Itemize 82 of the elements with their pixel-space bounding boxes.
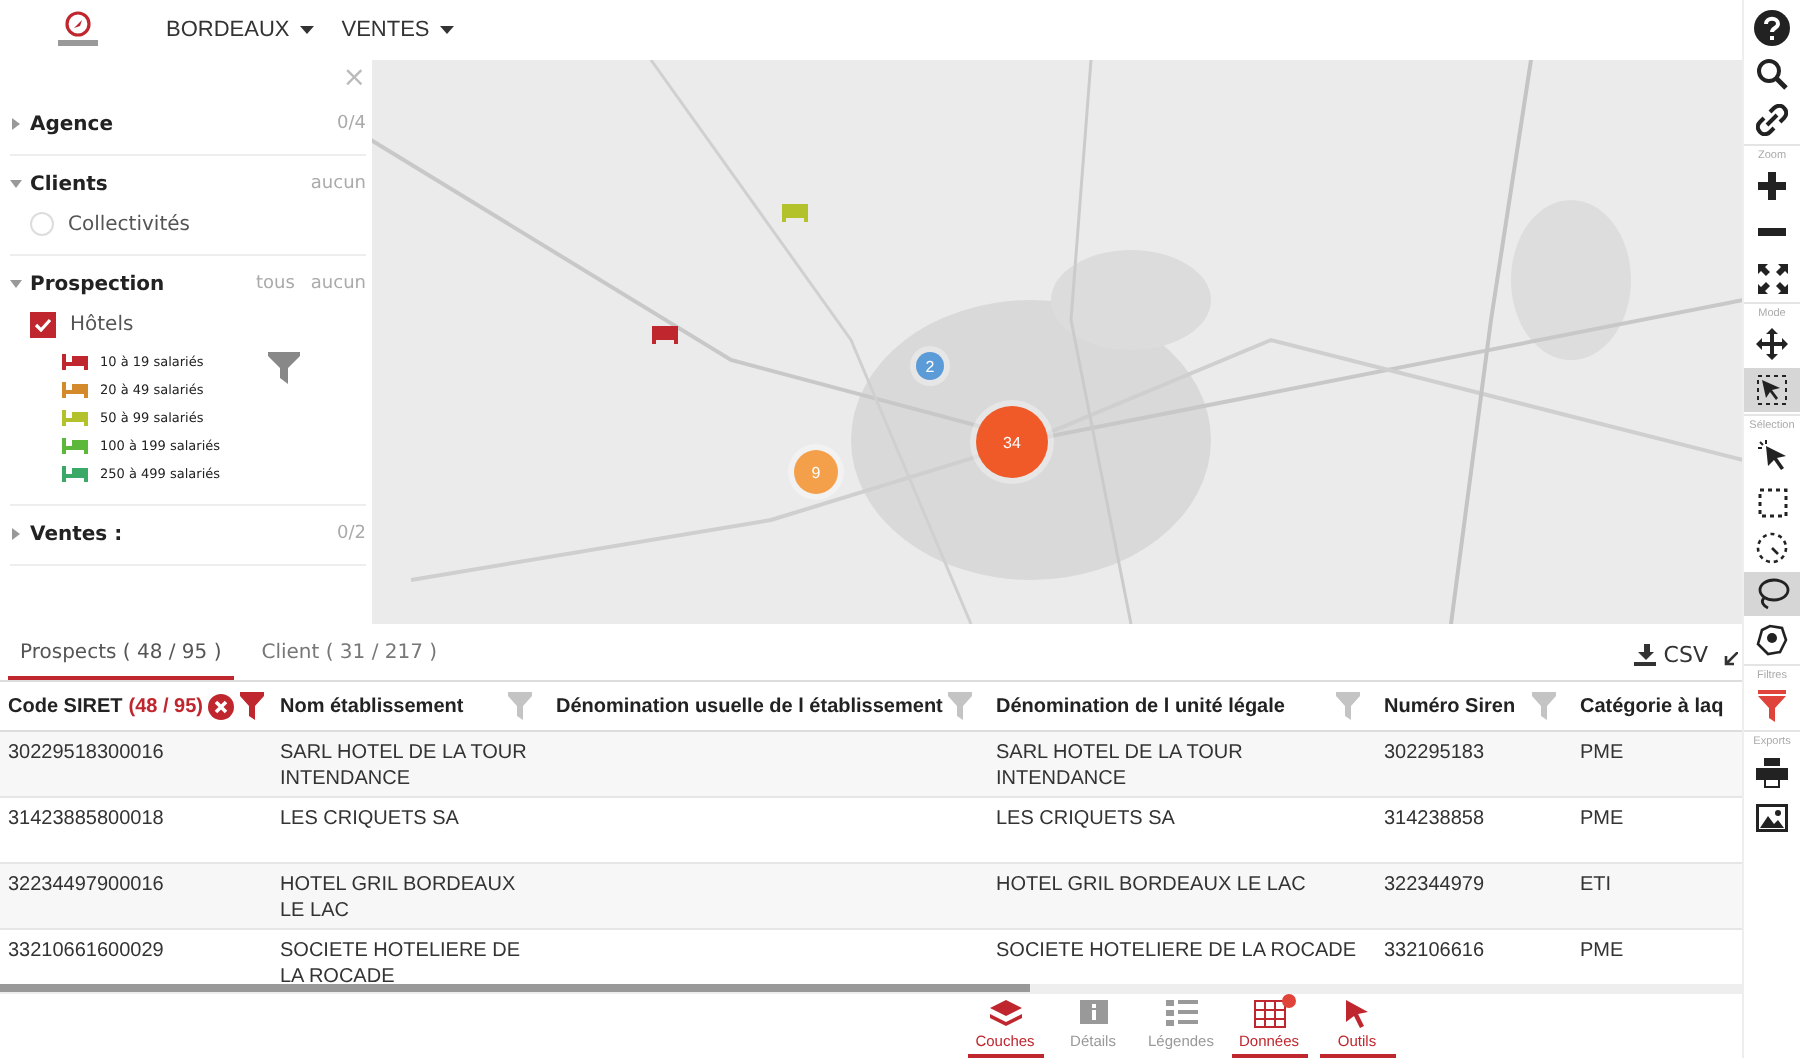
clear-filter-icon[interactable] xyxy=(208,693,235,719)
column-title: Catégorie à laq xyxy=(1580,695,1724,717)
column-title: Nom établissement xyxy=(280,695,464,717)
table-cell: HOTEL GRIL BORDEAUX LE LAC xyxy=(996,874,1306,896)
expanded-triangle-icon[interactable] xyxy=(10,278,22,290)
search-icon xyxy=(1756,58,1788,90)
info-icon xyxy=(1079,1000,1107,1028)
column-title: Numéro Siren xyxy=(1384,695,1516,717)
grid-icon xyxy=(1253,1000,1285,1028)
column-header[interactable]: Catégorie à laq xyxy=(1572,682,1742,730)
radio-button[interactable] xyxy=(30,212,54,236)
polygon-pin-icon xyxy=(1756,624,1788,656)
checkbox[interactable] xyxy=(30,312,56,338)
section-title[interactable]: Prospection xyxy=(30,273,165,295)
link-icon xyxy=(1756,104,1788,136)
hotel-pin-icon[interactable] xyxy=(652,326,678,344)
table-cell: ETI xyxy=(1580,874,1612,896)
column-title: Dénomination usuelle de l établissement xyxy=(556,695,943,717)
column-header[interactable]: Dénomination de l unité légale xyxy=(988,682,1376,730)
tab[interactable]: Client ( 31 / 217 ) xyxy=(249,634,450,680)
menu-dropdown[interactable]: BORDEAUX xyxy=(166,18,314,42)
lasso-icon xyxy=(1755,578,1789,610)
table-cell: 332106616 xyxy=(1384,940,1485,962)
table-cell: PME xyxy=(1580,808,1624,830)
table-cell: 302295183 xyxy=(1384,742,1485,764)
cursor-icon xyxy=(1757,440,1787,472)
cursor-icon xyxy=(1345,1000,1369,1028)
layer-label: Hôtels xyxy=(70,314,134,336)
collapsed-triangle-icon[interactable] xyxy=(10,118,22,130)
filter-icon xyxy=(1758,690,1786,722)
expand-icon xyxy=(1757,263,1787,293)
caret-icon xyxy=(299,26,314,34)
toolbar-button[interactable] xyxy=(1744,572,1800,616)
table-cell: SARL HOTEL DE LA TOUR INTENDANCE xyxy=(996,742,1243,790)
table-cell: 314238858 xyxy=(1384,808,1485,830)
layers-icon xyxy=(989,1000,1021,1028)
minus-icon xyxy=(1758,228,1786,236)
column-title: Code SIRET xyxy=(8,695,123,717)
table-cell: SOCIETE HOTELIERE DE LA ROCADE xyxy=(280,940,521,988)
table-cell: PME xyxy=(1580,940,1624,962)
list-icon xyxy=(1165,1000,1197,1028)
dashed-circle-icon xyxy=(1756,532,1788,564)
table-cell: LES CRIQUETS SA xyxy=(280,808,459,830)
table-cell: PME xyxy=(1580,742,1624,764)
table-cell: SARL HOTEL DE LA TOUR INTENDANCE xyxy=(280,742,527,790)
filter-count: (48 / 95) xyxy=(128,695,203,717)
scrollbar-thumb[interactable] xyxy=(0,984,1030,992)
table-cell: 31423885800018 xyxy=(8,808,164,830)
table-cell: 33210661600029 xyxy=(8,940,164,962)
table-cell: 30229518300016 xyxy=(8,742,164,764)
resize-arrow-icon[interactable] xyxy=(1724,652,1738,666)
help-icon xyxy=(1754,10,1790,46)
section-title[interactable]: Ventes : xyxy=(30,523,123,545)
expanded-triangle-icon[interactable] xyxy=(10,178,22,190)
table-cell: LES CRIQUETS SA xyxy=(996,808,1175,830)
menu-dropdown[interactable]: VENTES xyxy=(341,18,454,42)
area-select-icon xyxy=(1756,374,1788,406)
column-header[interactable]: Dénomination usuelle de l établissement xyxy=(548,682,988,730)
toolbar-button[interactable] xyxy=(1744,368,1800,412)
download-icon xyxy=(1633,644,1656,666)
table-cell: HOTEL GRIL BORDEAUX LE LAC xyxy=(280,874,516,922)
filter-icon[interactable] xyxy=(240,692,265,720)
layer-label: Collectivités xyxy=(68,213,190,235)
tab[interactable]: Prospects ( 48 / 95 ) xyxy=(8,634,234,680)
filter-icon[interactable] xyxy=(268,352,301,384)
collapsed-triangle-icon[interactable] xyxy=(10,528,22,540)
table-cell: 32234497900016 xyxy=(8,874,164,896)
move-icon xyxy=(1756,328,1788,360)
column-header[interactable]: Nom établissement xyxy=(272,682,548,730)
csv-export-button[interactable]: CSV xyxy=(1633,642,1708,668)
column-header[interactable]: Numéro Siren xyxy=(1376,682,1572,730)
dashed-square-icon xyxy=(1757,487,1787,517)
table-cell: 322344979 xyxy=(1384,874,1485,896)
column-header[interactable]: Code SIRET (48 / 95) xyxy=(0,682,272,730)
caret-icon xyxy=(439,26,454,34)
plus-icon xyxy=(1758,172,1786,200)
section-title[interactable]: Clients xyxy=(30,173,108,195)
image-icon xyxy=(1756,804,1788,832)
column-title: Dénomination de l unité légale xyxy=(996,695,1285,717)
section-title[interactable]: Agence xyxy=(30,113,114,135)
printer-icon xyxy=(1756,757,1788,787)
table-cell: SOCIETE HOTELIERE DE LA ROCADE xyxy=(996,940,1357,962)
